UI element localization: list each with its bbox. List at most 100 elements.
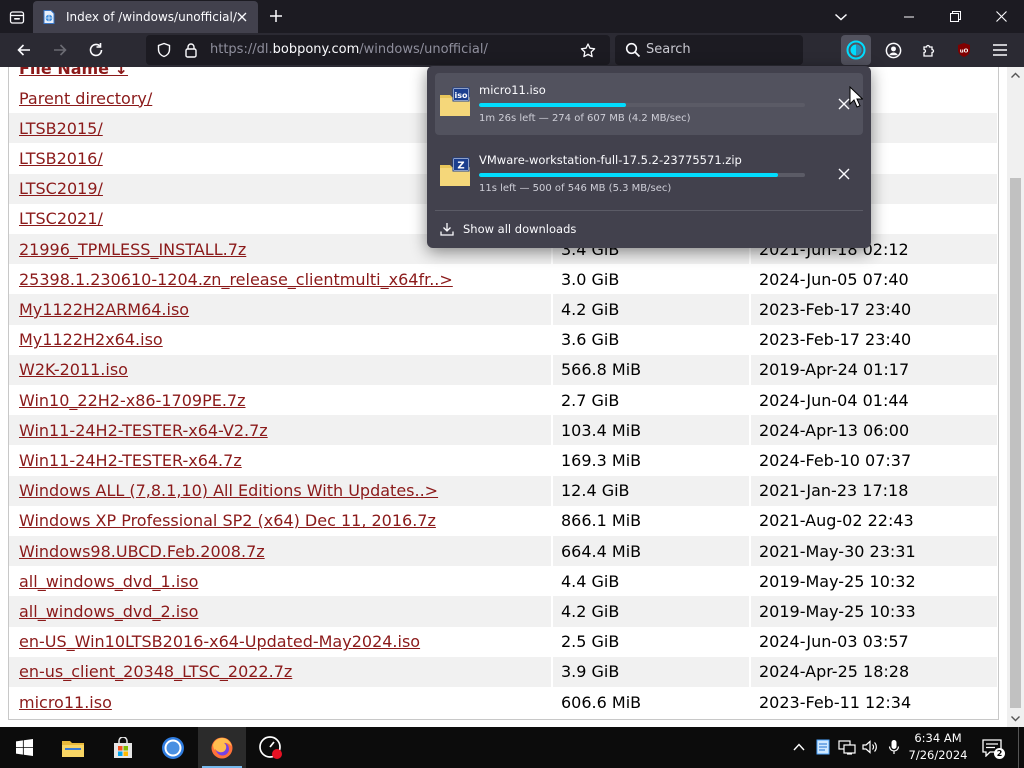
zip-file-icon: Z: [439, 156, 471, 188]
cancel-download-button[interactable]: [833, 163, 855, 185]
file-link[interactable]: LTSB2015/: [19, 119, 103, 138]
bookmark-star-icon[interactable]: [580, 42, 596, 58]
network-icon[interactable]: [838, 738, 856, 756]
file-name-cell: Win11-24H2-TESTER-x64-V2.7z: [19, 415, 551, 445]
download-progress-fill: [479, 173, 778, 177]
file-name-cell: micro11.iso: [19, 687, 551, 717]
file-link[interactable]: en-us_client_20348_LTSC_2022.7z: [19, 662, 292, 681]
file-size-cell: 3.9 GiB: [561, 662, 620, 682]
back-button[interactable]: [11, 37, 37, 63]
reload-button[interactable]: [83, 37, 109, 63]
download-item[interactable]: iso micro11.iso 1m 26s left — 274 of 607…: [435, 73, 863, 135]
minimize-button[interactable]: [886, 0, 932, 33]
tray-app-icon[interactable]: [814, 738, 832, 756]
file-link[interactable]: micro11.iso: [19, 693, 112, 712]
file-link[interactable]: en-US_Win10LTSB2016-x64-Updated-May2024.…: [19, 632, 420, 651]
column-separator: [749, 626, 751, 657]
download-item[interactable]: Z VMware-workstation-full-17.5.2-2377557…: [435, 143, 863, 205]
tab-active[interactable]: Index of /windows/unofficial/: [33, 1, 258, 33]
scroll-up-icon: [1011, 72, 1020, 78]
download-progress-icon: [846, 40, 866, 60]
scroll-down-arrow[interactable]: [1009, 712, 1022, 725]
file-name-cell: Windows98.UBCD.Feb.2008.7z: [19, 536, 551, 566]
ublock-origin-button[interactable]: uO: [951, 37, 977, 63]
column-separator: [749, 324, 751, 355]
address-bar[interactable]: https://dl.bobpony.com/windows/unofficia…: [146, 35, 610, 65]
column-separator: [551, 596, 553, 627]
table-row: Win10_22H2-x86-1709PE.7z 2.7 GiB 2024-Jun-…: [9, 385, 997, 416]
file-size-cell: 664.4 MiB: [561, 541, 642, 561]
downloads-button[interactable]: [841, 35, 871, 65]
close-tab-icon[interactable]: [234, 9, 250, 25]
download-status: 1m 26s left — 274 of 607 MB (4.2 MB/sec): [479, 113, 691, 124]
file-link[interactable]: My1122H2ARM64.iso: [19, 300, 189, 319]
taskbar-microsoft-store[interactable]: [99, 727, 147, 768]
file-link[interactable]: Windows XP Professional SP2 (x64) Dec 11…: [19, 511, 436, 530]
table-row: Windows XP Professional SP2 (x64) Dec 11…: [9, 505, 997, 536]
show-desktop-button[interactable]: [1018, 727, 1024, 768]
svg-text:uO: uO: [960, 49, 969, 55]
file-link[interactable]: Parent directory/: [19, 89, 152, 108]
column-separator: [551, 505, 553, 536]
file-link[interactable]: 21996_TPMLESS_INSTALL.7z: [19, 240, 246, 259]
taskbar-chrome[interactable]: [149, 727, 197, 768]
file-name-cell: Windows ALL (7,8.1,10) All Editions With…: [19, 476, 551, 506]
list-all-tabs-button[interactable]: [830, 6, 852, 28]
table-row: My1122H2x64.iso 3.6 GiB 2023-Feb-17 23:40: [9, 324, 997, 355]
start-button[interactable]: [0, 727, 48, 768]
file-link[interactable]: My1122H2x64.iso: [19, 330, 163, 349]
extensions-button[interactable]: [916, 37, 942, 63]
column-separator: [749, 415, 751, 446]
column-separator: [749, 596, 751, 627]
file-link[interactable]: Win11-24H2-TESTER-x64.7z: [19, 451, 242, 470]
action-center-button[interactable]: 2: [978, 735, 1006, 761]
new-tab-button[interactable]: [264, 4, 288, 28]
app-menu-button[interactable]: [987, 37, 1013, 63]
file-size-cell: 606.6 MiB: [561, 692, 642, 712]
firefox-view-button[interactable]: [4, 4, 30, 30]
file-link[interactable]: Windows98.UBCD.Feb.2008.7z: [19, 542, 265, 561]
close-window-button[interactable]: [978, 0, 1024, 33]
puzzle-icon: [923, 44, 935, 57]
microphone-icon[interactable]: [885, 738, 903, 756]
file-link[interactable]: Win10_22H2-x86-1709PE.7z: [19, 391, 246, 410]
file-name-cell: Win11-24H2-TESTER-x64.7z: [19, 445, 551, 475]
scroll-up-arrow[interactable]: [1009, 68, 1022, 81]
taskbar-clock[interactable]: 6:34 AM 7/26/2024: [906, 730, 970, 764]
navigation-toolbar: https://dl.bobpony.com/windows/unofficia…: [0, 33, 1024, 67]
arrow-right-icon: [54, 44, 67, 56]
column-header-file-name[interactable]: File Name ↓: [19, 67, 128, 78]
restore-button[interactable]: [932, 0, 978, 33]
column-separator: [551, 294, 553, 325]
file-name-cell: all_windows_dvd_2.iso: [19, 596, 551, 626]
volume-icon[interactable]: [861, 738, 879, 756]
file-link[interactable]: LTSB2016/: [19, 149, 103, 168]
file-link[interactable]: W2K-2011.iso: [19, 360, 128, 379]
search-bar[interactable]: Search: [615, 35, 803, 65]
file-link[interactable]: all_windows_dvd_1.iso: [19, 572, 198, 591]
account-button[interactable]: [880, 37, 906, 63]
taskbar-app[interactable]: [247, 727, 295, 768]
hamburger-menu-icon: [993, 44, 1007, 56]
file-link[interactable]: LTSC2019/: [19, 179, 103, 198]
scrollbar-thumb[interactable]: [1010, 178, 1021, 708]
file-date-cell: 2024-Apr-25 18:28: [759, 662, 910, 682]
file-link[interactable]: all_windows_dvd_2.iso: [19, 602, 198, 621]
file-link[interactable]: LTSC2021/: [19, 209, 103, 228]
forward-button[interactable]: [47, 37, 73, 63]
show-hidden-icons-button[interactable]: [790, 738, 808, 756]
download-progress-fill: [479, 103, 627, 107]
url-text: https://dl.bobpony.com/windows/unofficia…: [210, 42, 488, 57]
file-link[interactable]: 25398.1.230610-1204.zn_release_clientmul…: [19, 270, 453, 289]
mouse-cursor-icon: [849, 86, 863, 108]
file-date-cell: 2023-Feb-17 23:40: [759, 330, 912, 350]
file-link[interactable]: Windows ALL (7,8.1,10) All Editions With…: [19, 481, 438, 500]
taskbar-firefox[interactable]: [198, 727, 246, 768]
file-date-cell: 2021-May-30 23:31: [759, 541, 916, 561]
taskbar-file-explorer[interactable]: [49, 727, 97, 768]
file-link[interactable]: Win11-24H2-TESTER-x64-V2.7z: [19, 421, 268, 440]
show-all-downloads-button[interactable]: Show all downloads: [435, 216, 863, 242]
tracking-protection-icon[interactable]: [156, 42, 172, 58]
lock-icon[interactable]: [183, 42, 199, 58]
download-filename: VMware-workstation-full-17.5.2-23775571.…: [479, 153, 742, 167]
